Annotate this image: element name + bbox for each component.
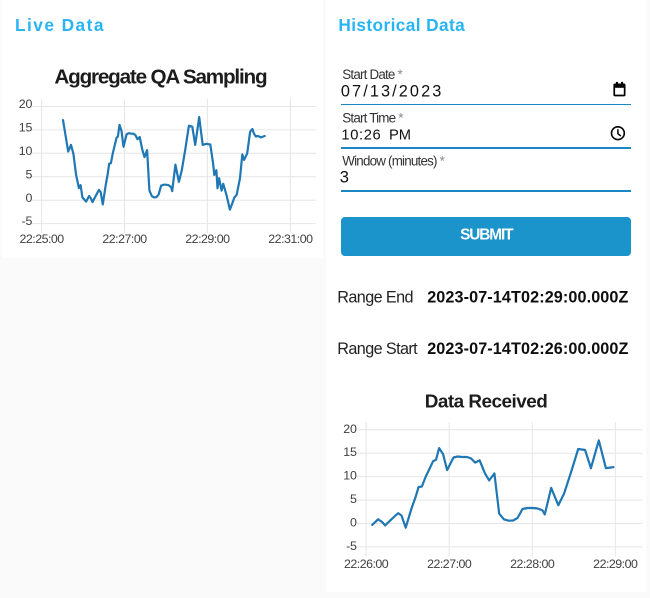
svg-text:15: 15 (19, 121, 33, 135)
svg-text:22:29:00: 22:29:00 (185, 232, 230, 246)
svg-text:22:27:00: 22:27:00 (102, 232, 147, 246)
svg-text:20: 20 (19, 97, 33, 111)
svg-text:5: 5 (25, 167, 32, 181)
svg-text:10: 10 (19, 144, 33, 158)
svg-text:-5: -5 (22, 214, 33, 228)
svg-text:0: 0 (25, 191, 32, 205)
svg-text:22:25:00: 22:25:00 (19, 232, 64, 246)
svg-text:SUBMIT: SUBMIT (460, 227, 514, 244)
svg-text:Aggregate QA Sampling: Aggregate QA Sampling (54, 66, 267, 89)
svg-text:22:31:00: 22:31:00 (268, 232, 313, 246)
svg-text:Live Data: Live Data (15, 15, 105, 35)
